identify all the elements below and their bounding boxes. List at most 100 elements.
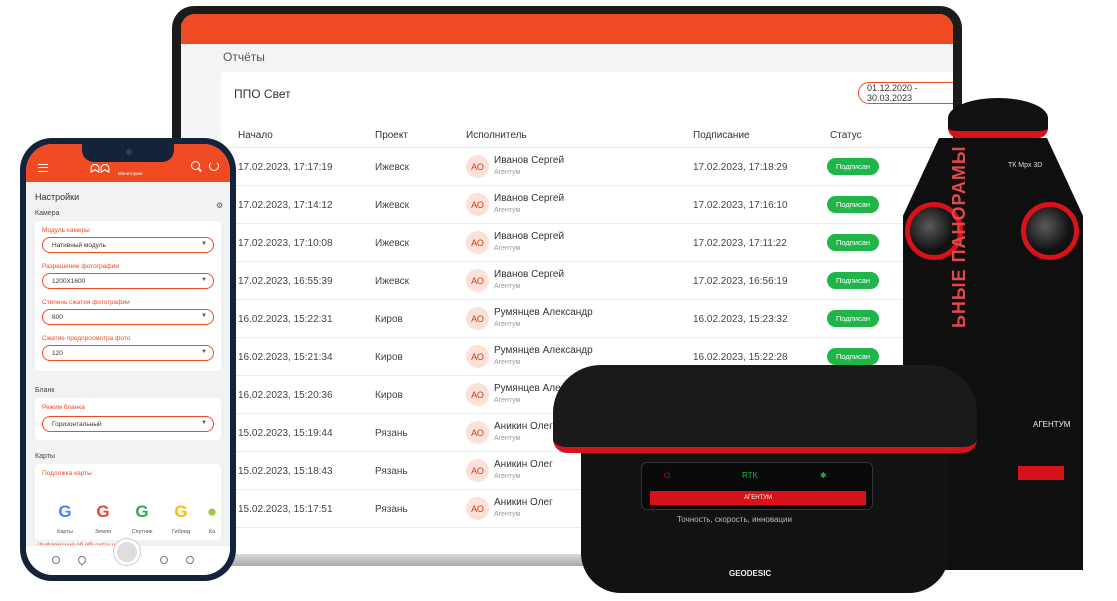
executor-name: Аникин Олег: [494, 459, 553, 470]
map-option-label: Ка: [208, 529, 216, 535]
signed-cell: 17.02.2023, 17:18:29: [693, 162, 788, 173]
google-icon: G: [96, 502, 110, 521]
preview-compression-label: Сжатие предпросмотра фото: [42, 335, 131, 342]
google-icon: G: [174, 502, 188, 521]
settings-title: Настройки: [35, 192, 80, 202]
map-option-hybrid[interactable]: G Гибрид: [165, 501, 197, 535]
receiver-slogan: Точность, скорость, инновации: [677, 515, 792, 524]
column-header-executor[interactable]: Исполнитель: [466, 130, 527, 141]
map-option-maps[interactable]: G Карты: [49, 501, 81, 535]
start-cell: 15.02.2023, 15:19:44: [238, 428, 333, 439]
preview-compression-select[interactable]: 120 ▼: [42, 345, 214, 361]
check-circle-icon[interactable]: [52, 556, 60, 564]
start-cell: 17.02.2023, 17:10:08: [238, 238, 333, 249]
search-icon[interactable]: [191, 161, 200, 170]
column-header-signed[interactable]: Подписание: [693, 130, 750, 141]
gnss-receiver-device: ⏻ RTK ✱ АГЕНТУМ Точность, скорость, инно…: [545, 365, 985, 597]
column-header-start[interactable]: Начало: [238, 130, 273, 141]
camera-module-label: Модуль камеры: [42, 227, 90, 234]
gear-icon[interactable]: ⚙: [216, 201, 223, 210]
blank-mode-value: Горизонтальный: [52, 420, 102, 428]
status-badge: Подписан: [827, 158, 879, 175]
start-cell: 15.02.2023, 15:18:43: [238, 466, 333, 477]
phone-frame: ᗣᗣ Мониторинг Настройки ⚙ Камера Модуль …: [20, 138, 236, 581]
project-cell: Рязань: [375, 466, 408, 477]
receiver-dome: [553, 365, 977, 453]
executor-name: Иванов Сергей: [494, 155, 565, 166]
status-badge: Подписан: [827, 272, 879, 289]
table-row[interactable]: 17.02.2023, 16:55:39 Ижевск АО Иванов Серге…: [221, 262, 953, 300]
map-option-earth[interactable]: G Земля: [87, 501, 119, 535]
user-icon[interactable]: [186, 556, 194, 564]
executor-name: Аникин Олег: [494, 497, 553, 508]
project-cell: Ижевск: [375, 200, 410, 211]
camera-side-text: ЬНЫЕ ПАНОРАМЫ: [949, 145, 969, 328]
executor-name: Иванов Сергей: [494, 193, 565, 204]
avatar: АО: [466, 193, 489, 216]
camera-brand-label: АГЕНТУМ: [1033, 420, 1071, 429]
camera-lens-right: [1021, 202, 1079, 260]
camera-section-title: Камера: [35, 210, 60, 217]
status-badge: Подписан: [827, 310, 879, 327]
table-row[interactable]: 17.02.2023, 17:10:08 Ижевск АО Иванов Серге…: [221, 224, 953, 262]
history-icon[interactable]: [160, 556, 168, 564]
camera-settings-card: Модуль камеры Нативный модуль ▼ Разрешени…: [35, 221, 221, 371]
status-badge: Подписан: [827, 348, 879, 365]
executor-name: Иванов Сергей: [494, 269, 565, 280]
preview-compression-value: 120: [52, 349, 63, 357]
map-layer-options: G Карты G Земля G Спутник G Гибрид ● Ка: [49, 501, 221, 541]
page-title: Отчёты: [223, 50, 265, 64]
avatar: АО: [466, 307, 489, 330]
map-option-label: Спутник: [131, 529, 153, 535]
phone-notch: [82, 144, 174, 162]
table-row[interactable]: 16.02.2023, 15:22:31 Киров АО Румянцев Алек…: [221, 300, 953, 338]
bottom-navigation: [26, 539, 230, 575]
table-row[interactable]: 17.02.2023, 17:17:19 Ижевск АО Иванов Серге…: [221, 148, 953, 186]
avatar: АО: [466, 269, 489, 292]
avatar: АО: [466, 421, 489, 444]
executor-org: Агентум: [494, 511, 521, 518]
camera-model-label: ТК Мрх 3D: [1008, 162, 1043, 169]
table-row[interactable]: 17.02.2023, 17:14:12 Ижевск АО Иванов Серге…: [221, 186, 953, 224]
resolution-label: Разрешение фотографии: [42, 263, 119, 270]
map-option-label: Земля: [94, 529, 112, 535]
blank-section-title: Бланк: [35, 387, 55, 394]
refresh-icon[interactable]: [209, 161, 219, 171]
project-cell: Рязань: [375, 504, 408, 515]
avatar: АО: [466, 497, 489, 520]
avatar: АО: [466, 345, 489, 368]
map-layer-label: Подложка карты: [42, 470, 92, 477]
chevron-down-icon: ▼: [201, 241, 207, 247]
camera-module-select[interactable]: Нативный модуль ▼: [42, 237, 214, 253]
receiver-status-panel: ⏻ RTK ✱ АГЕНТУМ: [641, 462, 873, 510]
chevron-down-icon: ▼: [201, 349, 207, 355]
status-badge: Подписан: [827, 234, 879, 251]
resolution-select[interactable]: 1200Х1600 ▼: [42, 273, 214, 289]
column-header-project[interactable]: Проект: [375, 130, 408, 141]
compression-select[interactable]: 800 ▼: [42, 309, 214, 325]
map-option-label: Карты: [57, 529, 73, 535]
map-option-satellite[interactable]: G Спутник: [126, 501, 158, 535]
power-icon: ⏻: [664, 471, 671, 480]
bluetooth-icon: ✱: [820, 471, 827, 480]
executor-org: Агентум: [494, 169, 521, 176]
project-cell: Киров: [375, 390, 403, 401]
app-top-bar: [181, 14, 953, 44]
location-pin-icon[interactable]: [76, 554, 88, 566]
map-option-partial[interactable]: ● Ка: [203, 501, 221, 535]
project-cell: Рязань: [375, 428, 408, 439]
blank-mode-select[interactable]: Горизонтальный ▼: [42, 416, 214, 432]
start-cell: 17.02.2023, 16:55:39: [238, 276, 333, 287]
column-header-status[interactable]: Статус: [830, 130, 862, 141]
app-subtitle: Мониторинг: [118, 171, 143, 176]
menu-icon[interactable]: [38, 164, 48, 172]
camera-top-cap: [948, 98, 1048, 138]
avatar: АО: [466, 383, 489, 406]
maps-section-title: Карты: [35, 453, 55, 460]
start-cell: 17.02.2023, 17:17:19: [238, 162, 333, 173]
fingerprint-button[interactable]: [114, 539, 140, 565]
executor-org: Агентум: [494, 435, 521, 442]
signed-cell: 17.02.2023, 17:16:10: [693, 200, 788, 211]
executor-name: Аникин Олег: [494, 421, 553, 432]
front-camera: [126, 149, 132, 155]
